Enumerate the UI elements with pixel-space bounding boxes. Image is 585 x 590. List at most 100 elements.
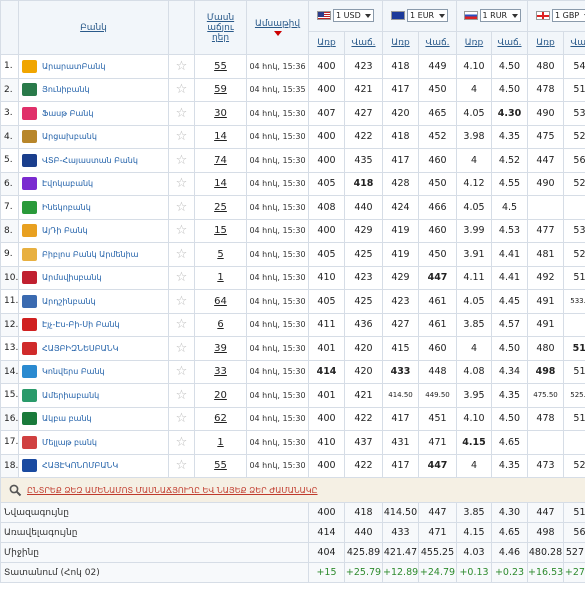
branches-cell[interactable]: 55: [194, 54, 247, 79]
bank-cell[interactable]: Արցախբանկ: [18, 124, 169, 149]
favorite-cell[interactable]: ☆: [168, 218, 195, 243]
favorite-cell[interactable]: ☆: [168, 359, 195, 384]
star-icon[interactable]: ☆: [176, 247, 188, 262]
favorite-cell[interactable]: ☆: [168, 124, 195, 149]
bank-cell[interactable]: Էյչ-Էս-Բի-Սի Բանկ: [18, 312, 169, 337]
branches-link[interactable]: 25: [214, 202, 227, 213]
bank-name-link[interactable]: Բիբլոս Բանկ Արմենիա: [42, 250, 138, 259]
favorite-cell[interactable]: ☆: [168, 148, 195, 173]
bank-name-link[interactable]: ՀԱՅԲԻԶՆԵՍԲԱՆԿ: [42, 344, 118, 353]
branches-cell[interactable]: 1: [194, 430, 247, 455]
bank-name-link[interactable]: Էվոկաբանկ: [42, 179, 93, 188]
banner-cell[interactable]: ԸՆՏՐԵՔ ՁԵԶ ԱՄԵՆԱՄՈՏ ՄԱՍՆԱՃՅՈՒՂԸ ԵՎ ՆԱՅԵՔ…: [0, 477, 585, 503]
branches-link[interactable]: 30: [214, 108, 227, 119]
bank-name-link[interactable]: ԱյԴի Բանկ: [42, 226, 88, 235]
bank-header-link[interactable]: Բանկ: [80, 23, 107, 33]
favorite-cell[interactable]: ☆: [168, 383, 195, 408]
branches-link[interactable]: 33: [214, 366, 227, 377]
usd-sell-header[interactable]: Վաճ.: [344, 31, 383, 55]
bank-name-link[interactable]: Ակբա բանկ: [42, 414, 92, 423]
usd-currency-select[interactable]: 1 USD: [308, 0, 383, 32]
star-icon[interactable]: ☆: [176, 317, 188, 332]
bank-cell[interactable]: Ակբա բանկ: [18, 406, 169, 431]
favorite-cell[interactable]: ☆: [168, 453, 195, 478]
favorite-cell[interactable]: ☆: [168, 265, 195, 290]
bank-cell[interactable]: Ֆասթ Բանկ: [18, 101, 169, 126]
branch-finder-banner[interactable]: ԸՆՏՐԵՔ ՁԵԶ ԱՄԵՆԱՄՈՏ ՄԱՍՆԱՃՅՈՒՂԸ ԵՎ ՆԱՅԵՔ…: [0, 477, 585, 503]
star-icon[interactable]: ☆: [176, 106, 188, 121]
bank-cell[interactable]: Արդշինբանկ: [18, 289, 169, 314]
star-icon[interactable]: ☆: [176, 294, 188, 309]
favorite-cell[interactable]: ☆: [168, 195, 195, 220]
date-header-link[interactable]: Ամսաթիվ: [255, 19, 300, 29]
rur-sell-header[interactable]: Վաճ.: [491, 31, 528, 55]
star-icon[interactable]: ☆: [176, 82, 188, 97]
branches-link[interactable]: 39: [214, 343, 227, 354]
bank-cell[interactable]: Կոնվերս Բանկ: [18, 359, 169, 384]
branches-cell[interactable]: 14: [194, 171, 247, 196]
bank-name-link[interactable]: Ֆասթ Բանկ: [42, 109, 93, 118]
bank-cell[interactable]: Ամերիաբանկ: [18, 383, 169, 408]
branches-cell[interactable]: 64: [194, 289, 247, 314]
bank-name-link[interactable]: Արդշինբանկ: [42, 297, 96, 306]
branches-link[interactable]: 1: [217, 272, 223, 283]
eur-buy-header[interactable]: Առք: [382, 31, 419, 55]
branches-cell[interactable]: 1: [194, 265, 247, 290]
bank-cell[interactable]: Ինեկոբանկ: [18, 195, 169, 220]
bank-name-link[interactable]: Արմսվիսբանկ: [42, 273, 102, 282]
branches-link[interactable]: 6: [217, 319, 223, 330]
bank-name-link[interactable]: Արցախբանկ: [42, 132, 97, 141]
star-icon[interactable]: ☆: [176, 411, 188, 426]
eur-sell-header[interactable]: Վաճ.: [418, 31, 457, 55]
rur-currency-select[interactable]: 1 RUR: [456, 0, 528, 32]
branches-cell[interactable]: 62: [194, 406, 247, 431]
bank-name-link[interactable]: ՀԱՅԷԿՈՆՈՄԲԱՆԿ: [42, 461, 118, 470]
bank-cell[interactable]: Բիբլոս Բանկ Արմենիա: [18, 242, 169, 267]
rur-dropdown[interactable]: 1 RUR: [479, 9, 521, 22]
bank-name-link[interactable]: Կոնվերս Բանկ: [42, 367, 105, 376]
star-icon[interactable]: ☆: [176, 200, 188, 215]
branches-cell[interactable]: 15: [194, 218, 247, 243]
eur-dropdown[interactable]: 1 EUR: [407, 9, 448, 22]
branches-header-link[interactable]: Մասնաճյուղեր: [206, 13, 236, 43]
bank-cell[interactable]: Յունիբանկ: [18, 77, 169, 102]
branches-link[interactable]: 55: [214, 460, 227, 471]
bank-cell[interactable]: ԱրարատԲանկ: [18, 54, 169, 79]
favorite-cell[interactable]: ☆: [168, 171, 195, 196]
bank-name-link[interactable]: Յունիբանկ: [42, 85, 90, 94]
branches-link[interactable]: 1: [217, 437, 223, 448]
favorite-cell[interactable]: ☆: [168, 101, 195, 126]
bank-cell[interactable]: ՀԱՅԷԿՈՆՈՄԲԱՆԿ: [18, 453, 169, 478]
gbp-sell-header[interactable]: Վաճ.: [563, 31, 585, 55]
star-icon[interactable]: ☆: [176, 341, 188, 356]
bank-name-link[interactable]: Մելլաթ բանկ: [42, 438, 97, 447]
branches-link[interactable]: 59: [214, 84, 227, 95]
gbp-dropdown[interactable]: 1 GBP: [552, 9, 585, 22]
bank-cell[interactable]: Մելլաթ բանկ: [18, 430, 169, 455]
bank-name-link[interactable]: Էյչ-Էս-Բի-Սի Բանկ: [42, 320, 120, 329]
branches-cell[interactable]: 74: [194, 148, 247, 173]
bank-cell[interactable]: ՀԱՅԲԻԶՆԵՍԲԱՆԿ: [18, 336, 169, 361]
favorite-cell[interactable]: ☆: [168, 312, 195, 337]
branches-cell[interactable]: 33: [194, 359, 247, 384]
branches-link[interactable]: 64: [214, 296, 227, 307]
star-icon[interactable]: ☆: [176, 364, 188, 379]
branches-cell[interactable]: 5: [194, 242, 247, 267]
star-icon[interactable]: ☆: [176, 129, 188, 144]
rur-buy-header[interactable]: Առք: [456, 31, 492, 55]
favorite-cell[interactable]: ☆: [168, 242, 195, 267]
bank-cell[interactable]: Էվոկաբանկ: [18, 171, 169, 196]
star-icon[interactable]: ☆: [176, 388, 188, 403]
bank-column-header[interactable]: Բանկ: [18, 0, 169, 55]
branches-cell[interactable]: 20: [194, 383, 247, 408]
star-icon[interactable]: ☆: [176, 176, 188, 191]
branches-link[interactable]: 5: [217, 249, 223, 260]
favorite-cell[interactable]: ☆: [168, 77, 195, 102]
favorite-cell[interactable]: ☆: [168, 430, 195, 455]
sort-desc-icon[interactable]: [273, 31, 282, 36]
favorite-cell[interactable]: ☆: [168, 289, 195, 314]
date-column-header[interactable]: Ամսաթիվ: [246, 0, 309, 55]
branches-cell[interactable]: 14: [194, 124, 247, 149]
branches-link[interactable]: 15: [214, 225, 227, 236]
branches-cell[interactable]: 30: [194, 101, 247, 126]
